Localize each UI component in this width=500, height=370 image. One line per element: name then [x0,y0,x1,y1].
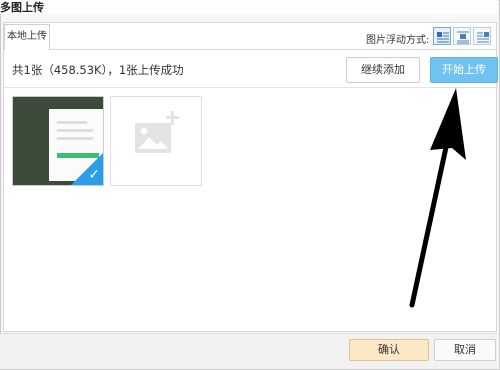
thumbnail-line [57,121,87,124]
float-left-button[interactable] [433,27,451,45]
add-image-icon [135,111,179,153]
float-right-icon [477,32,489,43]
cancel-button[interactable]: 取消 [434,339,496,361]
continue-add-button[interactable]: 继续添加 [346,57,420,83]
add-image-tile[interactable] [110,96,202,186]
checkmark-icon: ✓ [88,167,100,183]
float-mode-label: 图片浮动方式: [366,35,430,46]
confirm-button[interactable]: 确认 [349,339,429,361]
float-center-button[interactable] [453,27,471,45]
toolbar-divider [4,87,496,88]
float-right-button[interactable] [473,27,491,45]
thumbnail-line [57,137,93,140]
upload-summary: 共1张（458.53K），1张上传成功 [12,63,184,77]
dialog-title: 多图上传 [0,1,44,14]
thumbnail-line [57,129,93,132]
uploaded-image-thumbnail[interactable]: ✓ [12,96,104,186]
tab-local-upload[interactable]: 本地上传 [4,24,50,50]
titlebar: 多图上传 [0,0,498,14]
start-upload-button[interactable]: 开始上传 [430,57,498,83]
tab-divider [50,49,496,50]
float-left-icon [437,32,449,43]
float-center-icon [457,31,469,44]
